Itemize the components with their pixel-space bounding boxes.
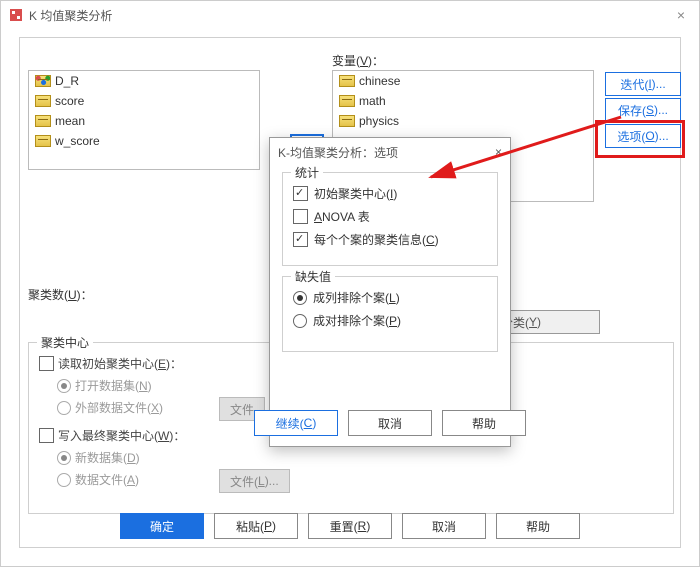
app-icon xyxy=(9,8,23,22)
write-final-checkbox[interactable] xyxy=(39,428,54,443)
paste-button[interactable]: 粘贴(P) xyxy=(214,513,298,539)
external-file-radio xyxy=(57,401,71,415)
missing-pairwise-row[interactable]: 成对排除个案(P) xyxy=(293,312,487,329)
iterate-button[interactable]: 迭代(I)... xyxy=(605,72,681,96)
list-item-label: D_R xyxy=(55,74,79,88)
read-initial-checkbox[interactable] xyxy=(39,356,54,371)
new-dataset-radio xyxy=(57,451,71,465)
list-item-label: mean xyxy=(55,114,85,128)
scale-icon xyxy=(35,135,51,147)
main-titlebar: K 均值聚类分析 × xyxy=(1,1,699,29)
list-item-label: chinese xyxy=(359,74,400,88)
stat-initial-checkbox[interactable] xyxy=(293,186,308,201)
options-cancel-button[interactable]: 取消 xyxy=(348,410,432,436)
ok-button[interactable]: 确定 xyxy=(120,513,204,539)
options-title-text: K-均值聚类分析：选项 xyxy=(278,144,398,161)
stat-anova-checkbox[interactable] xyxy=(293,209,308,224)
main-close-button[interactable]: × xyxy=(671,7,691,23)
list-item[interactable]: chinese xyxy=(333,71,593,91)
list-item[interactable]: mean xyxy=(29,111,259,131)
data-file-radio xyxy=(57,473,71,487)
source-variable-list[interactable]: D_R score mean w_score xyxy=(28,70,260,170)
scale-icon xyxy=(339,75,355,87)
stat-initial-row[interactable]: 初始聚类中心(I) xyxy=(293,185,487,202)
options-titlebar: K-均值聚类分析：选项 × xyxy=(270,138,510,166)
list-item-label: math xyxy=(359,94,386,108)
reset-button[interactable]: 重置(R) xyxy=(308,513,392,539)
scale-icon xyxy=(339,95,355,107)
options-dialog: K-均值聚类分析：选项 × 统计 初始聚类中心(I) ANOVA 表 每个个案的… xyxy=(269,137,511,447)
save-button[interactable]: 保存(S)... xyxy=(605,98,681,122)
missing-listwise-radio[interactable] xyxy=(293,291,307,305)
missing-fieldset: 缺失值 成列排除个案(L) 成对排除个案(P) xyxy=(282,276,498,352)
nominal-icon xyxy=(35,75,51,87)
options-help-button[interactable]: 帮助 xyxy=(442,410,526,436)
scale-icon xyxy=(35,95,51,107)
scale-icon xyxy=(339,115,355,127)
list-item-label: w_score xyxy=(55,134,100,148)
cancel-button[interactable]: 取消 xyxy=(402,513,486,539)
list-item[interactable]: physics xyxy=(333,111,593,131)
external-file-row: 外部数据文件(X) xyxy=(57,399,163,416)
read-initial-row[interactable]: 读取初始聚类中心(E)： xyxy=(39,355,182,372)
list-item[interactable]: score xyxy=(29,91,259,111)
options-bottom-bar: 继续(C) 取消 帮助 xyxy=(270,410,510,436)
fieldset-legend: 聚类中心 xyxy=(37,334,93,351)
scale-icon xyxy=(35,115,51,127)
list-item-label: score xyxy=(55,94,84,108)
open-dataset-row: 打开数据集(N) xyxy=(57,377,152,394)
write-final-row[interactable]: 写入最终聚类中心(W)： xyxy=(39,427,185,444)
missing-listwise-row[interactable]: 成列排除个案(L) xyxy=(293,289,487,306)
open-dataset-radio xyxy=(57,379,71,393)
data-file-row: 数据文件(A) xyxy=(57,471,139,488)
list-item[interactable]: w_score xyxy=(29,131,259,151)
stat-caseinfo-checkbox[interactable] xyxy=(293,232,308,247)
help-button[interactable]: 帮助 xyxy=(496,513,580,539)
file-button-2: 文件(L)... xyxy=(219,469,290,493)
file-button-1-label: 文件 xyxy=(230,401,254,418)
options-button[interactable]: 选项(O)... xyxy=(605,124,681,148)
continue-button[interactable]: 继续(C) xyxy=(254,410,338,436)
list-item[interactable]: D_R xyxy=(29,71,259,91)
stat-caseinfo-row[interactable]: 每个个案的聚类信息(C) xyxy=(293,231,487,248)
root: K 均值聚类分析 × D_R score mean w_score xyxy=(0,0,700,567)
options-close-button[interactable]: × xyxy=(495,145,502,159)
missing-pairwise-radio[interactable] xyxy=(293,314,307,328)
missing-legend: 缺失值 xyxy=(291,268,335,285)
list-item[interactable]: math xyxy=(333,91,593,111)
stat-anova-row[interactable]: ANOVA 表 xyxy=(293,208,487,225)
bottom-button-bar: 确定 粘贴(P) 重置(R) 取消 帮助 xyxy=(20,513,680,539)
cluster-count-label: 聚类数(U)： xyxy=(28,286,93,303)
variables-label: 变量(V)： xyxy=(332,52,384,69)
main-title-text: K 均值聚类分析 xyxy=(29,7,112,24)
list-item-label: physics xyxy=(359,114,399,128)
new-dataset-row: 新数据集(D) xyxy=(57,449,140,466)
stats-legend: 统计 xyxy=(291,164,323,181)
stats-fieldset: 统计 初始聚类中心(I) ANOVA 表 每个个案的聚类信息(C) xyxy=(282,172,498,266)
